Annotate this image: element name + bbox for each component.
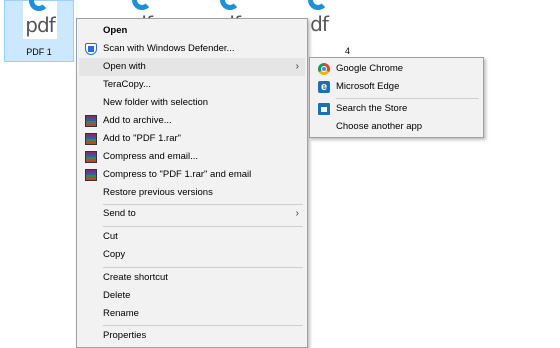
chrome-icon (318, 63, 330, 75)
file-label: PDF 1 (26, 47, 52, 57)
chevron-right-icon: › (295, 61, 299, 72)
menu-item-copy[interactable]: Copy (79, 246, 305, 264)
menu-item-label: Send to (103, 208, 136, 219)
menu-item-label: Open with (103, 61, 146, 72)
submenu-item-microsoft-edge[interactable]: Microsoft Edge (312, 78, 481, 96)
file-icon-pdf-1[interactable]: pdf PDF 1 (4, 0, 74, 62)
menu-item-properties[interactable]: Properties (79, 327, 305, 345)
menu-item-label: Copy (103, 249, 126, 260)
menu-item-label: Scan with Windows Defender... (103, 43, 235, 54)
menu-item-rename[interactable]: Rename (79, 305, 305, 323)
menu-item-label: Create shortcut (103, 272, 168, 283)
chevron-right-icon: › (295, 208, 299, 219)
menu-item-label: Add to "PDF 1.rar" (103, 133, 182, 144)
menu-item-label: Restore previous versions (103, 187, 213, 198)
windows-defender-icon (85, 43, 97, 55)
submenu-item-google-chrome[interactable]: Google Chrome (312, 60, 481, 78)
menu-item-open[interactable]: Open (79, 22, 305, 40)
menu-item-label: Open (103, 25, 128, 36)
menu-item-label: Cut (103, 231, 118, 242)
menu-item-compress-to-rar-and-email[interactable]: Compress to "PDF 1.rar" and email (79, 166, 305, 184)
menu-item-add-to-archive[interactable]: Add to archive... (79, 112, 305, 130)
menu-item-restore-previous-versions[interactable]: Restore previous versions (79, 184, 305, 202)
submenu-item-label: Google Chrome (336, 63, 404, 74)
menu-separator (103, 325, 303, 326)
submenu-item-choose-another-app[interactable]: Choose another app (312, 118, 481, 136)
menu-item-label: Add to archive... (103, 115, 172, 126)
winrar-icon (85, 115, 97, 127)
menu-item-label: Compress to "PDF 1.rar" and email (103, 169, 252, 180)
menu-separator (336, 98, 479, 99)
open-with-submenu: Google Chrome Microsoft Edge Search the … (309, 57, 484, 138)
winrar-icon (85, 133, 97, 145)
menu-item-label: New folder with selection (103, 97, 209, 108)
menu-separator (103, 267, 303, 268)
menu-item-label: Rename (103, 308, 139, 319)
edge-icon (318, 78, 330, 96)
menu-item-send-to[interactable]: Send to › (79, 205, 305, 223)
submenu-item-label: Search the Store (336, 103, 408, 114)
winrar-icon (85, 169, 97, 181)
menu-item-create-shortcut[interactable]: Create shortcut (79, 269, 305, 287)
menu-item-open-with[interactable]: Open with › (79, 58, 305, 76)
winrar-icon (85, 151, 97, 163)
menu-item-new-folder-with-selection[interactable]: New folder with selection (79, 94, 305, 112)
menu-separator (103, 226, 303, 227)
menu-item-add-to-rar[interactable]: Add to "PDF 1.rar" (79, 130, 305, 148)
context-menu: Open Scan with Windows Defender... Open … (76, 18, 308, 348)
menu-item-cut[interactable]: Cut (79, 228, 305, 246)
menu-item-label: TeraCopy... (103, 79, 151, 90)
pdf-file-icon: pdf (23, 0, 57, 39)
submenu-item-label: Microsoft Edge (336, 81, 400, 92)
submenu-item-search-store[interactable]: Search the Store (312, 100, 481, 118)
store-icon (318, 103, 330, 115)
menu-item-compress-and-email[interactable]: Compress and email... (79, 148, 305, 166)
menu-item-teracopy[interactable]: TeraCopy... (79, 76, 305, 94)
menu-item-scan-defender[interactable]: Scan with Windows Defender... (79, 40, 305, 58)
submenu-item-label: Choose another app (336, 121, 423, 132)
menu-item-delete[interactable]: Delete (79, 287, 305, 305)
menu-item-label: Delete (103, 290, 131, 301)
menu-item-label: Compress and email... (103, 151, 199, 162)
